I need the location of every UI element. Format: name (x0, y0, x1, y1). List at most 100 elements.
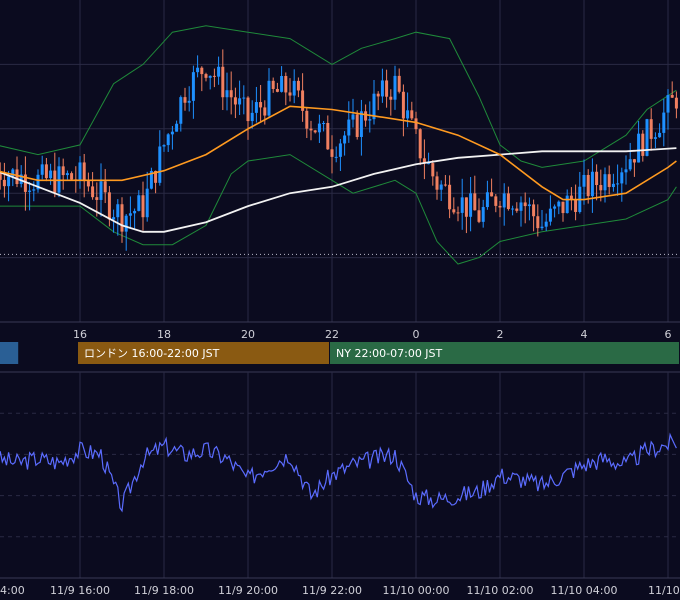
candle-body (595, 171, 599, 186)
candle-body (179, 97, 183, 124)
chart-background (0, 0, 680, 600)
candle-body (120, 204, 124, 232)
candle-body (607, 174, 611, 188)
candle-body (527, 204, 531, 207)
candle-body (574, 199, 578, 212)
trading-chart[interactable]: 4161820220246 ロンドン 16:00-22:00 JSTNY 22:… (0, 0, 680, 600)
candle-body (397, 75, 401, 92)
candle-body (166, 134, 170, 146)
candle-body (326, 122, 330, 150)
candle-body (99, 181, 103, 200)
oscillator-axis-tick-label: 11/9 22:00 (302, 584, 362, 597)
session-label: ロンドン 16:00-22:00 JST (84, 347, 220, 360)
candle-body (28, 190, 32, 192)
candle-body (116, 204, 120, 218)
price-axis-tick-label: 0 (413, 328, 420, 341)
candle-body (338, 143, 342, 157)
candle-body (305, 110, 309, 129)
candle-body (221, 66, 225, 98)
candle-body (414, 118, 418, 130)
candle-body (658, 132, 662, 138)
candle-body (225, 90, 229, 98)
candle-body (582, 174, 586, 187)
candle-body (351, 114, 355, 120)
candle-body (82, 162, 86, 182)
candle-body (523, 202, 527, 207)
candle-body (540, 226, 544, 229)
candle-body (187, 100, 191, 103)
candle-body (670, 95, 674, 98)
candle-body (448, 184, 452, 210)
candle-body (469, 193, 473, 217)
candle-body (532, 204, 536, 217)
candle-body (435, 176, 439, 190)
candle-body (246, 97, 250, 122)
candle-body (334, 156, 338, 158)
price-axis-tick-label: 16 (73, 328, 87, 341)
candle-body (145, 188, 149, 218)
price-axis-tick-label: 22 (325, 328, 339, 341)
candle-body (536, 216, 540, 229)
candle-body (250, 112, 254, 122)
candle-body (284, 76, 288, 93)
oscillator-axis-tick-label: 11/9 16:00 (50, 584, 110, 597)
candle-body (389, 96, 393, 100)
candle-body (431, 163, 435, 177)
candle-body (32, 189, 36, 191)
candle-body (296, 80, 300, 91)
candle-body (515, 208, 519, 211)
price-axis-tick-label: 4 (581, 328, 588, 341)
candle-body (632, 159, 636, 163)
candle-body (196, 67, 200, 73)
candle-body (322, 122, 326, 124)
candle-body (112, 217, 116, 220)
candle-body (254, 102, 258, 113)
oscillator-axis-tick-label: 4:00 (0, 584, 25, 597)
candle-body (519, 202, 523, 211)
session-bar: ロンドン 16:00-22:00 JST NY 22:00-07:00 JST (0, 342, 679, 364)
oscillator-axis-tick-label: 11/10 06: (648, 584, 680, 597)
candle-body (267, 80, 271, 116)
candle-body (624, 169, 628, 173)
candle-body (666, 95, 670, 113)
candle-body (204, 74, 208, 78)
candle-body (242, 97, 246, 99)
session-label: NY 22:00-07:00 JST (336, 347, 443, 360)
oscillator-axis-tick-label: 11/10 00:00 (383, 584, 450, 597)
candle-body (393, 75, 397, 100)
candle-body (86, 181, 90, 187)
candle-body (133, 210, 137, 214)
candle-body (95, 197, 99, 200)
candle-body (183, 97, 187, 103)
candle-body (259, 102, 263, 108)
candle-body (15, 169, 19, 185)
candle-body (674, 97, 678, 109)
candle-body (44, 164, 48, 179)
candle-body (616, 183, 620, 185)
candle-body (70, 173, 74, 180)
price-axis-tick-label: 18 (157, 328, 171, 341)
candle-body (49, 170, 53, 179)
candle-body (124, 215, 128, 232)
candle-body (380, 80, 384, 97)
candle-body (2, 179, 6, 187)
candle-body (170, 131, 174, 135)
candle-body (343, 135, 347, 144)
candle-body (385, 80, 389, 97)
candle-body (162, 145, 166, 147)
candle-body (53, 170, 57, 193)
candle-body (78, 162, 82, 181)
candle-body (548, 208, 552, 222)
candle-body (611, 183, 615, 188)
candle-body (494, 196, 498, 206)
candle-body (490, 192, 494, 197)
candle-body (456, 212, 460, 214)
candle-body (481, 207, 485, 222)
candle-body (544, 221, 548, 227)
candle-body (590, 171, 594, 197)
candle-body (565, 195, 569, 214)
candle-body (498, 205, 502, 208)
candle-body (208, 75, 212, 78)
candle-body (599, 185, 603, 191)
candle-body (460, 197, 464, 213)
